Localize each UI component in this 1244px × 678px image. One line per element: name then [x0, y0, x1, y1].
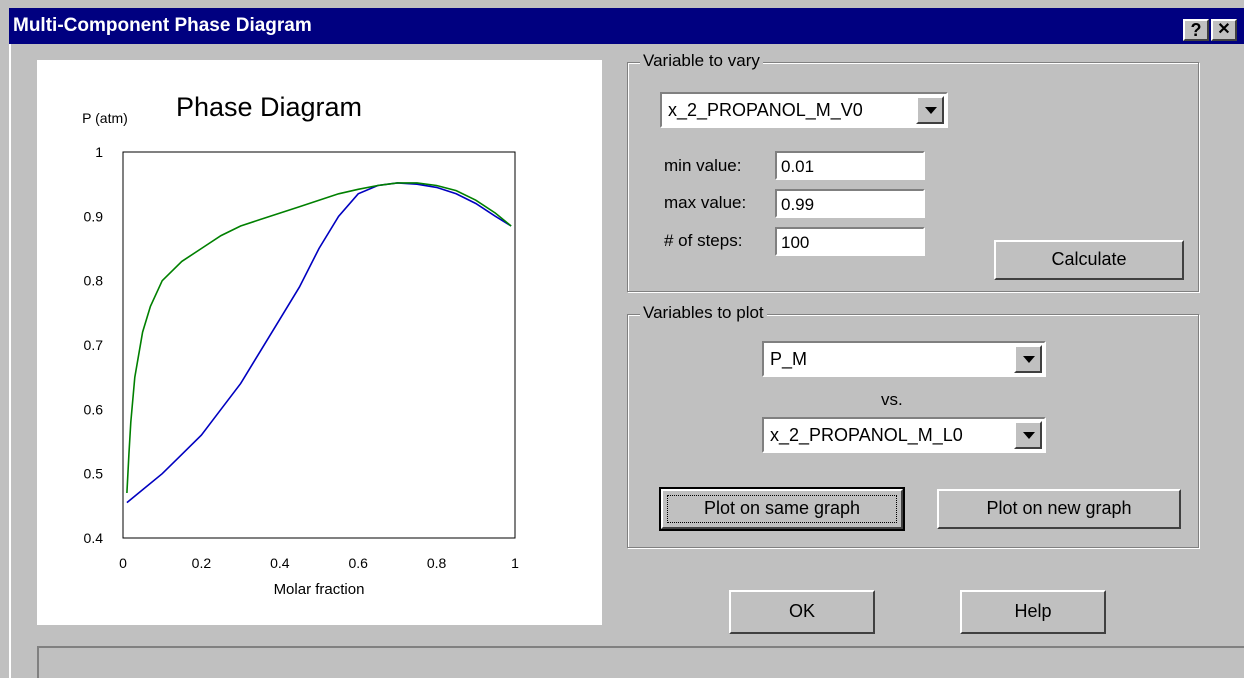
title-bar-active: Multi-Component Phase Diagram ? ✕ [9, 8, 1244, 44]
y-tick-label: 0.9 [84, 208, 104, 224]
x-variable-value: x_2_PROPANOL_M_L0 [770, 425, 963, 445]
x-tick-label: 0.6 [348, 555, 368, 571]
y-tick-label: 0.8 [84, 273, 104, 289]
min-value-label: min value: [664, 156, 742, 175]
y-variable-select[interactable]: P_M [762, 341, 1046, 377]
min-value-field[interactable]: 0.01 [775, 151, 925, 180]
vary-variable-value: x_2_PROPANOL_M_V0 [668, 100, 863, 120]
x-tick-label: 1 [511, 555, 519, 571]
plot-group-label: Variables to plot [640, 303, 767, 323]
max-value-label: max value: [664, 193, 747, 212]
dropdown-arrow-icon[interactable] [916, 96, 944, 124]
steps-field[interactable]: 100 [775, 227, 925, 256]
dialog-edge [9, 44, 11, 678]
x-tick-label: 0.8 [427, 555, 447, 571]
focus-rect [667, 495, 897, 523]
x-axis-label: Molar fraction [274, 581, 365, 598]
window-title: Multi-Component Phase Diagram [13, 15, 312, 36]
y-tick-label: 0.4 [84, 530, 104, 546]
plot-same-graph-button[interactable]: Plot on same graph [659, 487, 905, 531]
y-tick-label: 0.7 [84, 337, 104, 353]
steps-label: # of steps: [664, 231, 743, 250]
y-tick-label: 1 [95, 144, 103, 160]
x-tick-label: 0 [119, 555, 127, 571]
dropdown-arrow-icon[interactable] [1014, 345, 1042, 373]
y-tick-label: 0.6 [84, 401, 104, 417]
title-bar: Multi-Component Phase Diagram ? ✕ [0, 0, 1244, 44]
vs-label: vs. [881, 390, 903, 409]
plot-new-graph-button[interactable]: Plot on new graph [937, 489, 1181, 529]
help-icon[interactable]: ? [1183, 19, 1209, 41]
y-axis-label: P (atm) [82, 110, 128, 126]
vary-variable-select[interactable]: x_2_PROPANOL_M_V0 [660, 92, 948, 128]
plot-frame [122, 151, 516, 539]
vary-group-label: Variable to vary [640, 51, 763, 71]
dropdown-arrow-icon[interactable] [1014, 421, 1042, 449]
chart-panel: Phase Diagram P (atm) Molar fraction 0.4 0.5… [37, 60, 602, 625]
x-tick-label: 0.4 [270, 555, 290, 571]
ok-button[interactable]: OK [729, 590, 875, 634]
chart-title: Phase Diagram [176, 92, 362, 122]
phase-diagram-chart: Phase Diagram P (atm) Molar fraction 0.4 0.5… [82, 92, 519, 598]
status-bar [37, 646, 1244, 678]
calculate-button[interactable]: Calculate [994, 240, 1184, 280]
series-line-2 [126, 182, 512, 494]
series-line-1 [126, 182, 512, 504]
x-variable-select[interactable]: x_2_PROPANOL_M_L0 [762, 417, 1046, 453]
help-button[interactable]: Help [960, 590, 1106, 634]
x-tick-label: 0.2 [192, 555, 212, 571]
close-icon[interactable]: ✕ [1211, 19, 1237, 41]
y-variable-value: P_M [770, 349, 808, 369]
max-value-field[interactable]: 0.99 [775, 189, 925, 218]
y-tick-label: 0.5 [84, 466, 104, 482]
